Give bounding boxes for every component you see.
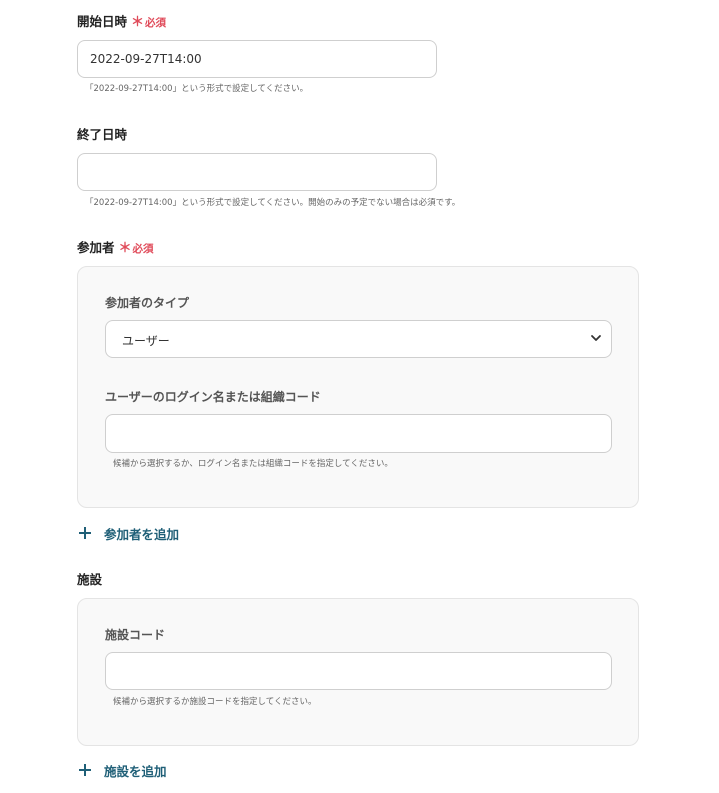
start-datetime-input[interactable] <box>77 40 437 78</box>
required-star: ＊ <box>131 15 145 30</box>
required-badge: ＊必須 <box>118 241 154 256</box>
required-star: ＊ <box>118 241 132 256</box>
end-datetime-label-text: 終了日時 <box>77 127 128 142</box>
end-datetime-help: 「2022-09-27T14:00」という形式で設定してください。開始のみの予定… <box>85 198 461 208</box>
form-page: 開始日時＊必須 「2022-09-27T14:00」という形式で設定してください… <box>0 0 719 793</box>
facilities-label: 施設 <box>77 572 102 588</box>
participant-login-input[interactable] <box>105 414 612 453</box>
facility-code-input[interactable] <box>105 652 612 690</box>
facility-code-label: 施設コード <box>105 628 166 642</box>
participant-type-selected-value: ユーザー <box>122 334 170 348</box>
participant-type-label: 参加者のタイプ <box>105 296 190 310</box>
participants-label: 参加者 ＊必須 <box>77 240 154 257</box>
chevron-down-icon <box>591 335 601 341</box>
add-facility-button[interactable]: 施設を追加 <box>79 760 167 780</box>
participant-login-help: 候補から選択するか、ログイン名または組織コードを指定してください。 <box>113 459 393 469</box>
required-text: 必須 <box>132 243 154 255</box>
end-datetime-input[interactable] <box>77 153 437 191</box>
facility-code-help: 候補から選択するか施設コードを指定してください。 <box>113 697 317 707</box>
start-datetime-help: 「2022-09-27T14:00」という形式で設定してください。 <box>85 84 309 94</box>
plus-icon <box>79 764 91 776</box>
plus-icon <box>79 527 91 539</box>
end-datetime-label: 終了日時 <box>77 127 127 143</box>
start-datetime-label-text: 開始日時 <box>77 14 128 29</box>
required-text: 必須 <box>145 17 167 29</box>
participants-label-text: 参加者 <box>77 240 115 255</box>
participant-login-label: ユーザーのログイン名または組織コード <box>105 390 321 404</box>
add-participant-button[interactable]: 参加者を追加 <box>79 523 179 543</box>
start-datetime-label: 開始日時 ＊必須 <box>77 14 166 31</box>
add-participant-label: 参加者を追加 <box>104 526 180 542</box>
participant-type-select[interactable]: ユーザー <box>105 320 612 358</box>
required-badge: ＊必須 <box>131 15 167 30</box>
add-facility-label: 施設を追加 <box>104 763 167 779</box>
facilities-label-text: 施設 <box>77 572 103 587</box>
